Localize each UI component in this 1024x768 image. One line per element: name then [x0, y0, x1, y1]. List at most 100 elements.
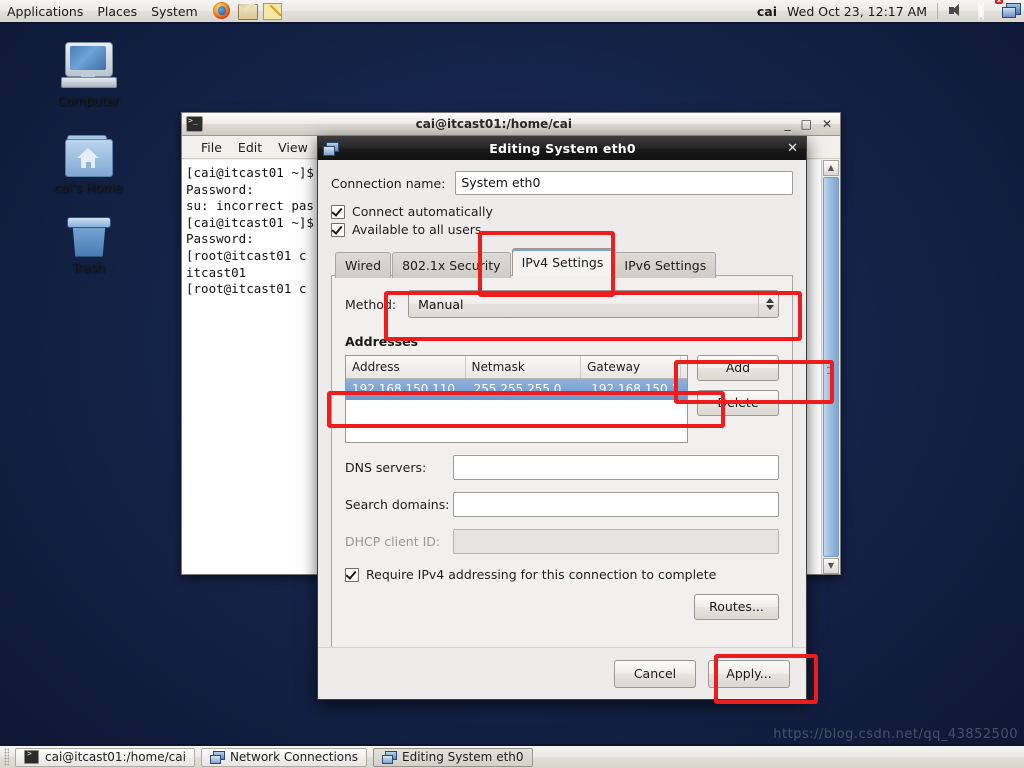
scroll-up-icon[interactable]: ▲: [823, 160, 839, 176]
tab-strip: Wired 802.1x Security IPv4 Settings IPv6…: [331, 248, 793, 276]
add-button[interactable]: Add: [697, 355, 779, 381]
dialog-body: Connection name: System eth0 Connect aut…: [318, 160, 806, 658]
home-folder-icon: [33, 125, 143, 177]
scrollbar-thumb[interactable]: [823, 177, 839, 557]
routes-button[interactable]: Routes...: [694, 594, 779, 620]
require-ipv4-label: Require IPv4 addressing for this connect…: [366, 567, 716, 582]
dns-servers-input[interactable]: [453, 455, 779, 480]
tab-ipv6-settings[interactable]: IPv6 Settings: [614, 252, 716, 278]
dialog-action-bar: Cancel Apply...: [318, 647, 806, 699]
addresses-section-title: Addresses: [345, 334, 779, 349]
terminal-menu-file[interactable]: File: [194, 138, 229, 157]
panel-right-area: cai Wed Oct 23, 12:17 AM x: [757, 3, 1024, 20]
apply-button[interactable]: Apply...: [708, 660, 790, 688]
network-icon: [210, 751, 224, 763]
desktop-icon-label: Trash: [33, 260, 143, 275]
method-row: Method: Manual: [345, 290, 779, 318]
dns-servers-label: DNS servers:: [345, 460, 453, 475]
require-ipv4-row[interactable]: Require IPv4 addressing for this connect…: [345, 567, 779, 582]
connection-name-row: Connection name: System eth0: [331, 171, 793, 195]
editing-connection-dialog[interactable]: Editing System eth0 ✕ Connection name: S…: [317, 136, 807, 700]
dhcp-client-id-input: [453, 529, 779, 554]
taskbar: cai@itcast01:/home/cai Network Connectio…: [0, 744, 1024, 768]
desktop-icon-label: Computer: [33, 93, 143, 108]
cancel-button[interactable]: Cancel: [614, 660, 696, 688]
routes-row: Routes...: [345, 594, 779, 620]
method-dropdown[interactable]: Manual: [408, 290, 779, 318]
delete-button[interactable]: Delete: [697, 390, 779, 416]
column-header-gateway[interactable]: Gateway: [581, 356, 681, 378]
firefox-icon[interactable]: [213, 2, 231, 20]
tab-ipv4-settings[interactable]: IPv4 Settings: [512, 248, 614, 276]
notes-icon[interactable]: [263, 2, 281, 20]
checkbox-icon[interactable]: [345, 568, 359, 582]
terminal-menu-edit[interactable]: Edit: [231, 138, 269, 157]
volume-icon[interactable]: [948, 3, 965, 20]
addresses-table-header: Address Netmask Gateway: [346, 356, 687, 379]
close-icon[interactable]: ✕: [787, 141, 801, 156]
available-all-users-label: Available to all users: [352, 222, 481, 237]
search-domains-input[interactable]: [453, 492, 779, 517]
available-all-users-row[interactable]: Available to all users: [331, 222, 793, 237]
trash-icon: [33, 205, 143, 257]
cell-netmask: 255.255.255.0: [468, 379, 586, 400]
checkbox-icon[interactable]: [331, 223, 345, 237]
terminal-titlebar[interactable]: cai@itcast01:/home/cai _ □ ✕: [182, 113, 840, 136]
cell-address: 192.168.150.110: [346, 379, 468, 400]
connection-name-label: Connection name:: [331, 176, 445, 191]
dialog-titlebar[interactable]: Editing System eth0 ✕: [318, 137, 806, 160]
column-header-spacer: [681, 356, 687, 378]
panel-clock[interactable]: Wed Oct 23, 12:17 AM: [787, 4, 927, 19]
dhcp-client-id-row: DHCP client ID:: [345, 529, 779, 554]
addresses-buttons: Add Delete: [697, 355, 779, 416]
menu-places[interactable]: Places: [90, 2, 144, 21]
column-header-address[interactable]: Address: [346, 356, 466, 378]
scroll-down-icon[interactable]: ▼: [823, 558, 839, 574]
mail-icon[interactable]: [238, 2, 256, 20]
menu-applications[interactable]: Applications: [0, 2, 90, 21]
panel-launchers: [213, 2, 281, 20]
search-domains-row: Search domains:: [345, 492, 779, 517]
method-selected-value: Manual: [418, 297, 463, 312]
close-icon[interactable]: ✕: [822, 118, 832, 130]
connection-name-input[interactable]: System eth0: [455, 171, 793, 195]
tray-separator: [937, 3, 938, 19]
taskbar-terminal[interactable]: cai@itcast01:/home/cai: [15, 748, 195, 767]
taskbar-grip: [4, 748, 9, 766]
column-header-netmask[interactable]: Netmask: [466, 356, 582, 378]
desktop-icon-trash[interactable]: Trash: [33, 205, 143, 275]
dhcp-client-id-label: DHCP client ID:: [345, 534, 453, 549]
desktop-icon-computer[interactable]: Computer: [33, 38, 143, 108]
checkbox-icon[interactable]: [331, 205, 345, 219]
network-disconnected-icon[interactable]: x: [1002, 3, 1019, 20]
cell-gateway: 192.168.150.1: [585, 379, 687, 400]
minimize-icon[interactable]: _: [785, 118, 791, 130]
maximize-icon[interactable]: □: [801, 118, 812, 130]
terminal-icon: [24, 750, 39, 764]
network-icon: [382, 751, 396, 763]
chevron-updown-icon: [758, 291, 774, 317]
terminal-menu-view[interactable]: View: [271, 138, 315, 157]
table-row[interactable]: 192.168.150.110 255.255.255.0 192.168.15…: [346, 379, 687, 400]
watermark-text: https://blog.csdn.net/qq_43852500: [773, 727, 1018, 742]
desktop-icon-label: cai's Home: [33, 180, 143, 195]
desktop-icon-home[interactable]: cai's Home: [33, 125, 143, 195]
terminal-window-controls: _ □ ✕: [785, 118, 836, 130]
addresses-table[interactable]: Address Netmask Gateway 192.168.150.110 …: [345, 355, 688, 443]
addresses-area: Address Netmask Gateway 192.168.150.110 …: [345, 355, 779, 443]
terminal-icon: [186, 116, 203, 132]
taskbar-button-label: Network Connections: [230, 750, 358, 764]
connect-automatically-label: Connect automatically: [352, 204, 493, 219]
panel-username[interactable]: cai: [757, 4, 777, 19]
tab-wired[interactable]: Wired: [335, 252, 391, 278]
connect-automatically-row[interactable]: Connect automatically: [331, 204, 793, 219]
bluetooth-icon[interactable]: [975, 3, 992, 20]
taskbar-editing-eth0[interactable]: Editing System eth0: [373, 748, 533, 767]
taskbar-button-label: cai@itcast01:/home/cai: [45, 750, 186, 764]
menu-system[interactable]: System: [144, 2, 205, 21]
taskbar-button-label: Editing System eth0: [402, 750, 524, 764]
ipv4-settings-panel: Method: Manual Addresses Address Netmask: [331, 275, 793, 658]
tab-8021x-security[interactable]: 802.1x Security: [392, 252, 511, 278]
terminal-scrollbar[interactable]: ▲ ▼: [821, 160, 840, 574]
taskbar-network-connections[interactable]: Network Connections: [201, 748, 367, 767]
